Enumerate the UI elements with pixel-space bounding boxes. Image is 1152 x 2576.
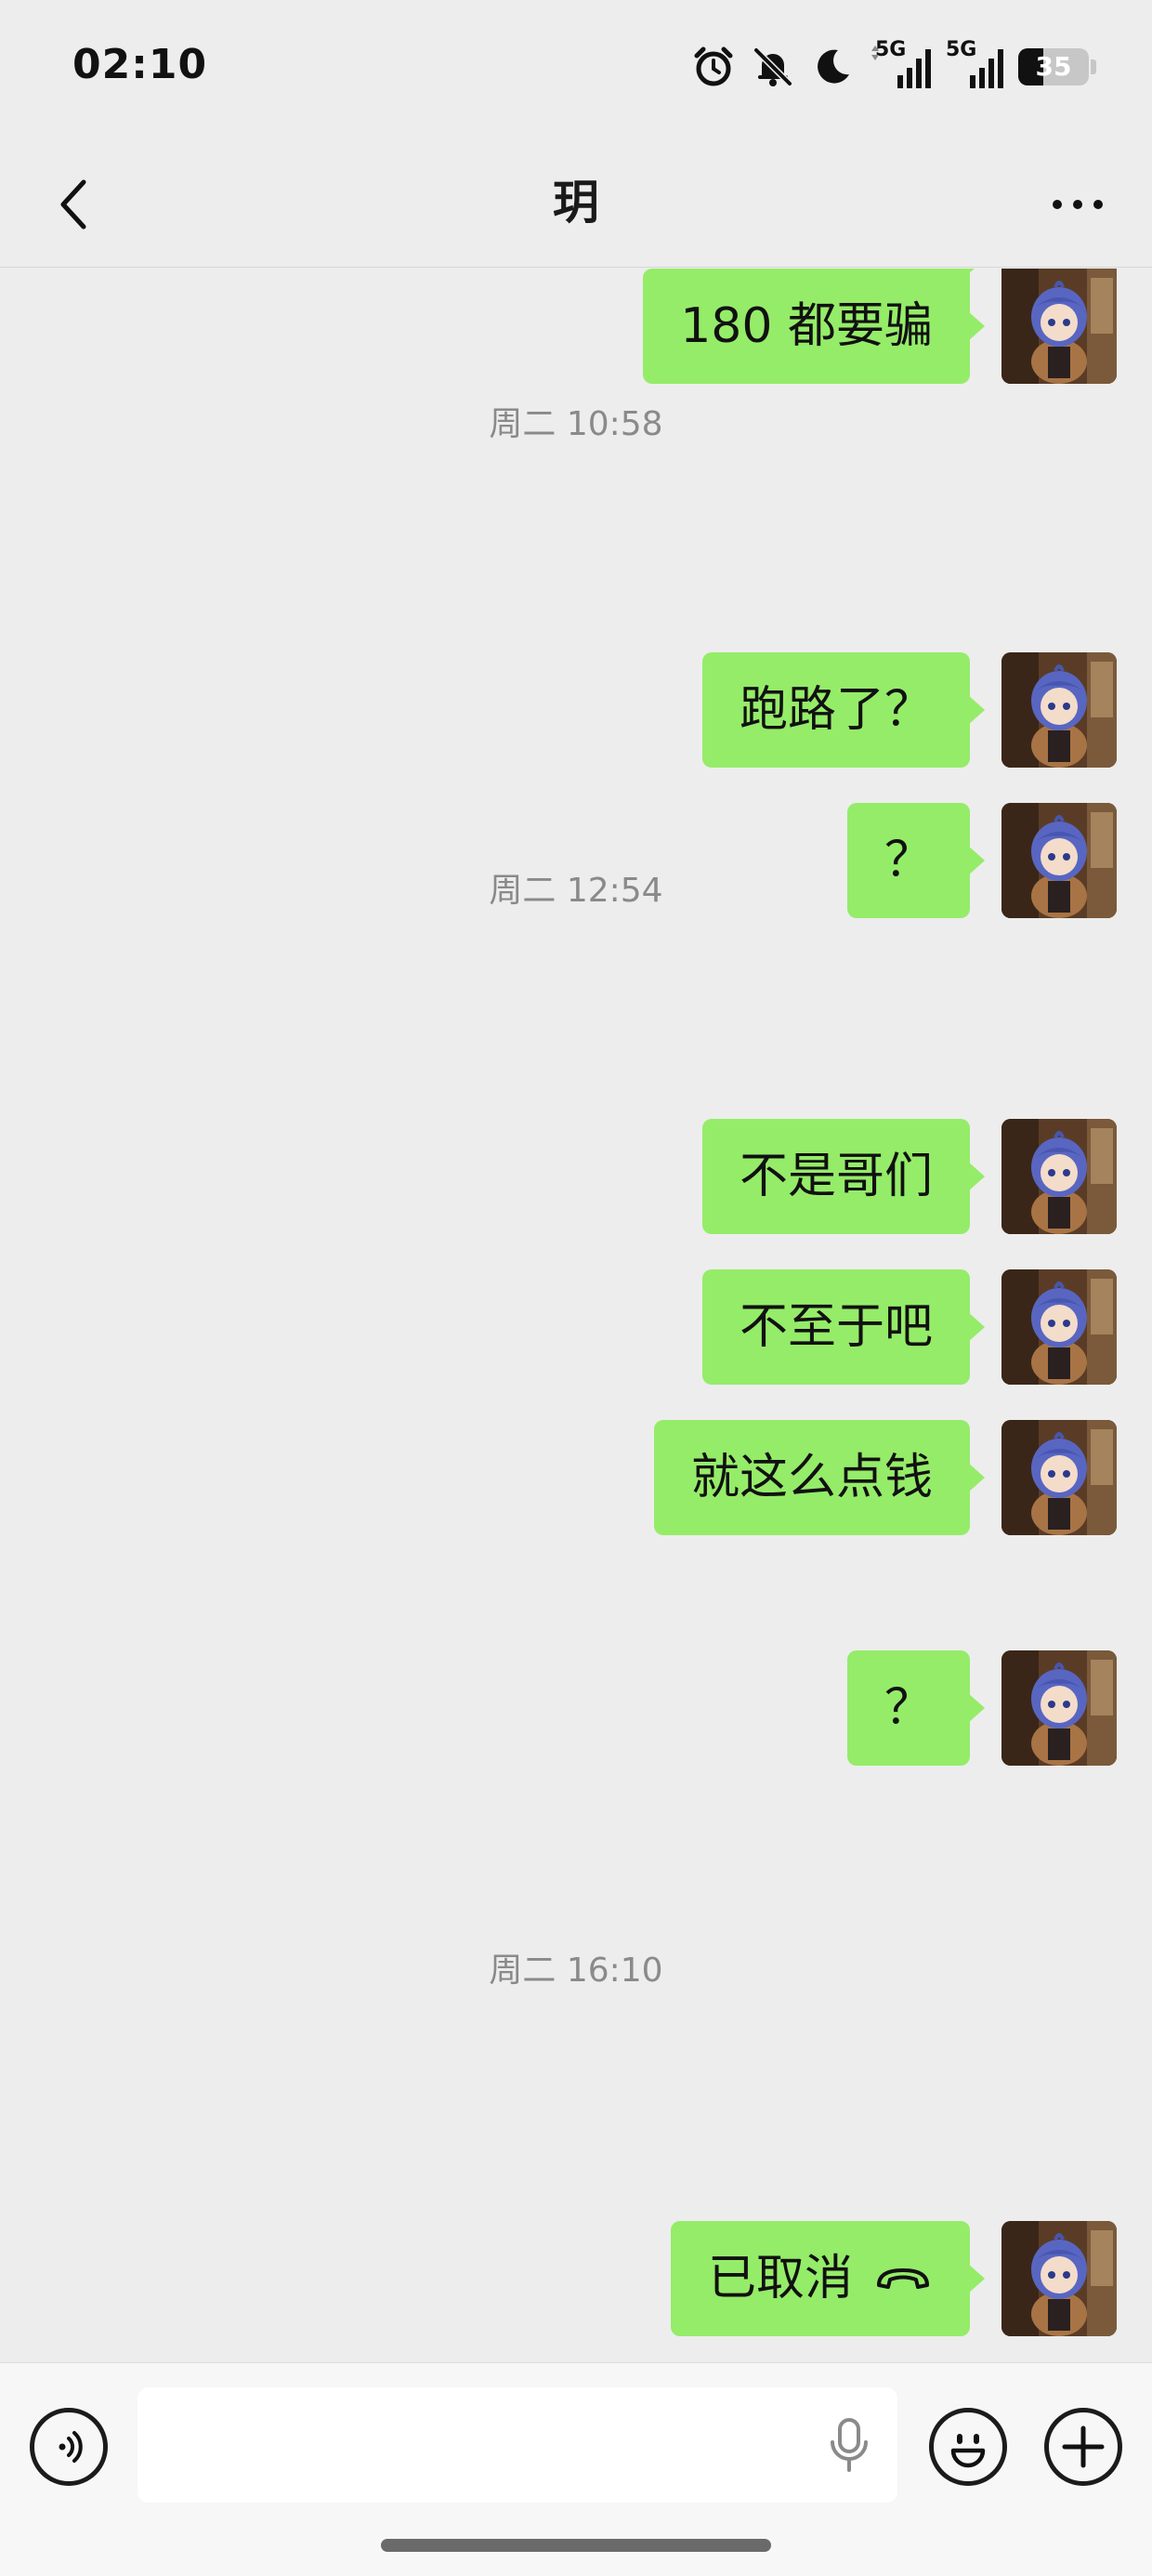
message-row: 跑路了？ bbox=[701, 652, 1117, 768]
message-list[interactable]: ？ 周二 10:58跑路了？ ？ 周二 12:54不是哥们 不至于吧 bbox=[0, 269, 1152, 2362]
more-button[interactable] bbox=[1041, 167, 1115, 242]
message-text: 就这么点钱 bbox=[690, 1450, 933, 1505]
emoji-button[interactable] bbox=[929, 2408, 1007, 2486]
message-bubble[interactable]: 180 都要骗 bbox=[643, 269, 985, 384]
chat-screen: 02:10 5G 5G 35 玥 周二 10:58 跑路了？ ？ 周二 12:5… bbox=[0, 0, 1152, 2576]
battery-icon: 35 bbox=[1018, 48, 1096, 85]
avatar[interactable] bbox=[1001, 269, 1117, 384]
message-text: ？ bbox=[884, 1680, 933, 1736]
microphone-button[interactable] bbox=[821, 2413, 877, 2478]
status-icons: 5G 5G 35 bbox=[691, 38, 1096, 93]
status-time: 02:10 bbox=[72, 41, 208, 88]
call-record-bubble[interactable]: 已取消 bbox=[670, 2221, 986, 2336]
avatar[interactable] bbox=[1001, 2221, 1117, 2336]
battery-percent: 35 bbox=[1035, 51, 1072, 82]
message-text: 已取消 bbox=[707, 2251, 853, 2307]
voice-mode-icon bbox=[59, 2431, 83, 2463]
message-row: 就这么点钱 bbox=[653, 1420, 1117, 1535]
message-row: 不是哥们 bbox=[701, 1119, 1117, 1234]
chat-header: 玥 bbox=[0, 139, 1152, 268]
message-timestamp: 周二 16:10 bbox=[489, 1952, 663, 1990]
message-row: ？ bbox=[846, 1650, 1117, 1766]
message-bubble[interactable]: ？ bbox=[846, 1650, 986, 1766]
message-bubble[interactable]: 就这么点钱 bbox=[653, 1420, 986, 1535]
message-text: 跑路了？ bbox=[739, 682, 933, 738]
alarm-icon bbox=[691, 45, 736, 89]
message-bubble[interactable]: 不至于吧 bbox=[701, 1269, 986, 1385]
home-indicator[interactable] bbox=[381, 2539, 771, 2552]
battery-body: 35 bbox=[1018, 48, 1089, 85]
bell-off-icon bbox=[751, 45, 795, 89]
microphone-icon bbox=[831, 2418, 868, 2472]
chat-title: 玥 bbox=[553, 176, 599, 230]
voice-mode-button[interactable] bbox=[30, 2408, 108, 2486]
emoji-icon bbox=[950, 2434, 986, 2468]
message-timestamp: 周二 12:54 bbox=[489, 872, 663, 910]
avatar[interactable] bbox=[1001, 1650, 1117, 1766]
message-input[interactable] bbox=[137, 2387, 897, 2503]
battery-tip bbox=[1091, 59, 1096, 74]
message-text: 180 都要骗 bbox=[680, 298, 933, 354]
avatar[interactable] bbox=[1001, 1420, 1117, 1535]
message-text: 不是哥们 bbox=[739, 1149, 933, 1204]
message-row: 180 都要骗 bbox=[643, 269, 1117, 384]
message-text: 不至于吧 bbox=[739, 1299, 933, 1355]
signal-5g-icon: 5G bbox=[946, 38, 1003, 90]
more-dots-icon bbox=[1053, 200, 1103, 209]
phone-hangup-icon bbox=[877, 2268, 929, 2289]
avatar[interactable] bbox=[1001, 1119, 1117, 1234]
moon-icon bbox=[810, 45, 855, 89]
message-bubble[interactable]: 不是哥们 bbox=[701, 1119, 986, 1234]
plus-button[interactable] bbox=[1044, 2408, 1122, 2486]
call-message-row: 已取消 bbox=[670, 2221, 1117, 2336]
plus-icon bbox=[1062, 2425, 1105, 2468]
avatar[interactable] bbox=[1001, 652, 1117, 768]
message-bubble[interactable]: 跑路了？ bbox=[701, 652, 986, 768]
message-timestamp: 周二 10:58 bbox=[489, 405, 663, 443]
phone-hangup-icon bbox=[873, 2254, 933, 2303]
status-bar: 02:10 5G 5G 35 bbox=[0, 0, 1152, 130]
signal-5g-icon: 5G bbox=[870, 38, 931, 90]
message-row: 不至于吧 bbox=[701, 1269, 1117, 1385]
avatar[interactable] bbox=[1001, 1269, 1117, 1385]
